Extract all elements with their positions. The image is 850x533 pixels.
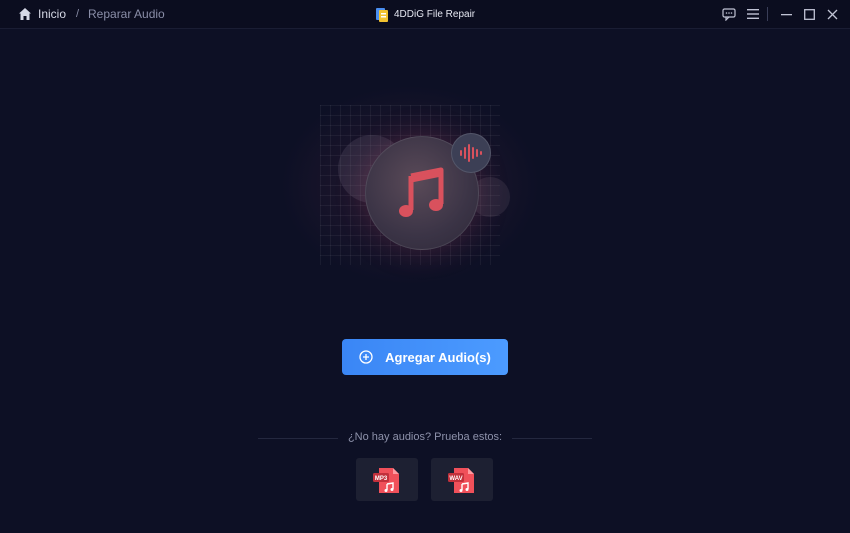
home-label: Inicio [38, 7, 67, 21]
feedback-icon [722, 7, 736, 21]
audio-illustration [280, 85, 540, 285]
maximize-button[interactable] [801, 6, 817, 22]
add-audio-label: Agregar Audio(s) [385, 349, 491, 365]
breadcrumb-separator: / [76, 8, 80, 20]
mp3-badge-text: MP3 [375, 476, 388, 482]
minimize-button[interactable] [778, 6, 794, 22]
feedback-button[interactable] [721, 6, 737, 22]
close-button[interactable] [824, 6, 840, 22]
app-logo-icon [376, 7, 388, 22]
app-title-text: 4DDiG File Repair [394, 8, 476, 20]
minimize-icon [780, 13, 792, 15]
sample-mp3-button[interactable]: MP3 [356, 458, 418, 501]
sample-wav-button[interactable]: WAV [431, 458, 493, 501]
sound-wave-badge [451, 133, 491, 173]
breadcrumb-current: Reparar Audio [88, 7, 165, 21]
divider-left [258, 438, 338, 439]
add-audio-button[interactable]: Agregar Audio(s) [342, 339, 508, 375]
home-button[interactable]: Inicio [18, 0, 66, 28]
menu-icon [747, 9, 759, 19]
home-icon [19, 8, 31, 20]
wav-badge-text: WAV [449, 476, 462, 482]
title-bar: Inicio / Reparar Audio 4DDiG File Repair [0, 0, 850, 29]
maximize-icon [803, 8, 815, 20]
add-circle-icon [359, 350, 373, 364]
wav-file-icon: WAV [448, 467, 474, 493]
menu-button[interactable] [745, 6, 761, 22]
sample-prompt: ¿No hay audios? Prueba estos: [347, 431, 503, 443]
mp3-file-icon: MP3 [373, 467, 399, 493]
music-note-icon [399, 167, 444, 217]
close-icon [827, 9, 837, 19]
divider-right [512, 438, 592, 439]
app-title: 4DDiG File Repair [376, 0, 475, 28]
sound-wave-icon [460, 144, 482, 162]
title-bar-divider [767, 7, 768, 21]
